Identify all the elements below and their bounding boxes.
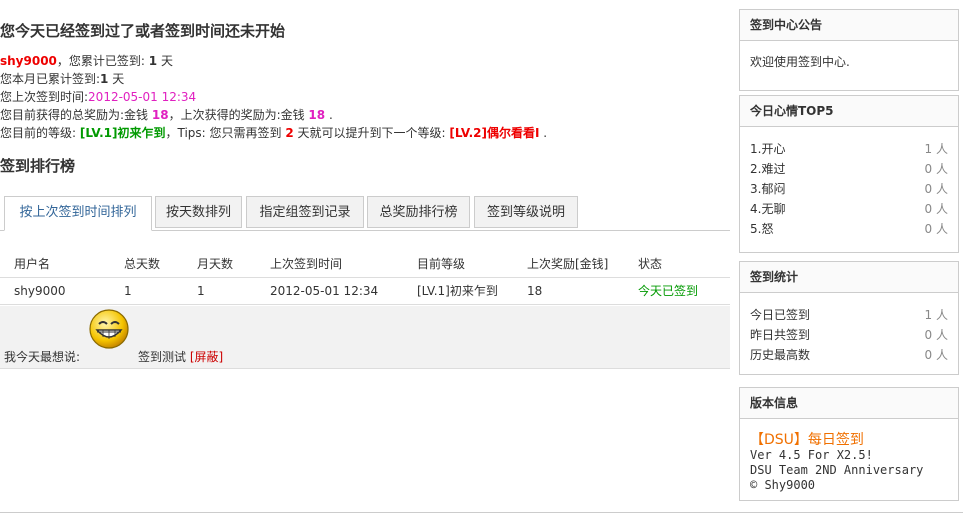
list-item: 5.怒 0 人 (750, 222, 948, 236)
version-title: 版本信息 (740, 388, 958, 419)
notice-title: 签到中心公告 (740, 10, 958, 41)
row-username[interactable]: shy9000 (14, 278, 66, 304)
header-total-days: 总天数 (124, 257, 161, 271)
tab-total-reward[interactable]: 总奖励排行榜 (367, 196, 470, 228)
mood-label: 我今天最想说: (4, 350, 81, 364)
list-item: 3.郁闷 0 人 (750, 182, 948, 196)
mood-text: 签到测试 [屏蔽] (138, 350, 224, 364)
sign-stats-title: 签到统计 (740, 262, 958, 293)
row-level: [LV.1]初来乍到 (417, 284, 498, 298)
top5-title: 今日心情TOP5 (740, 96, 958, 127)
shield-link[interactable]: [屏蔽] (190, 350, 223, 364)
footer-divider (0, 512, 963, 513)
page-title: 您今天已经签到过了或者签到时间还未开始 (0, 22, 286, 40)
tab-last-sign-time[interactable]: 按上次签到时间排列 (4, 196, 152, 231)
mood-top5-box: 今日心情TOP5 1.开心 1 人 2.难过 0 人 3.郁闷 0 人 4.无聊 0 人… (739, 95, 959, 253)
row-total-days: 1 (124, 284, 132, 298)
rank-tabs: 按上次签到时间排列 按天数排列 指定组签到记录 总奖励排行榜 签到等级说明 (0, 196, 730, 231)
header-last-time: 上次签到时间 (270, 257, 343, 271)
version-line: Ver 4.5 For X2.5! (750, 448, 873, 462)
product-name: 【DSU】每日签到 (750, 432, 864, 448)
table-header: 用户名 总天数 月天数 上次签到时间 目前等级 上次奖励[金钱] 状态 (0, 251, 730, 278)
total-days-line: shy9000，您累计已签到: 1 天 (0, 54, 173, 68)
level-line: 您目前的等级: [LV.1]初来乍到，Tips: 您只需再签到 2 天就可以提升… (0, 126, 548, 140)
last-sign-line: 您上次签到时间:2012-05-01 12:34 (0, 90, 197, 104)
version-body: 【DSU】每日签到 Ver 4.5 For X2.5! DSU Team 2ND… (740, 419, 958, 499)
sign-stats-list: 今日已签到 1 人 昨日共签到 0 人 历史最高数 0 人 (740, 293, 958, 371)
table-row: shy9000 1 1 2012-05-01 12:34 [LV.1]初来乍到 … (0, 278, 730, 305)
rank-table: 用户名 总天数 月天数 上次签到时间 目前等级 上次奖励[金钱] 状态 shy9… (0, 251, 730, 305)
tab-group-records[interactable]: 指定组签到记录 (246, 196, 364, 228)
mood-row: 我今天最想说: 签到测试 [屏蔽] (0, 306, 730, 369)
notice-box: 签到中心公告 欢迎使用签到中心. (739, 9, 959, 91)
reward-line: 您目前获得的总奖励为:金钱 18，上次获得的奖励为:金钱 18 . (0, 108, 333, 122)
header-level: 目前等级 (417, 257, 466, 271)
list-item: 今日已签到 1 人 (750, 308, 948, 322)
header-username: 用户名 (14, 257, 51, 271)
list-item: 1.开心 1 人 (750, 142, 948, 156)
copyright-line: © Shy9000 (750, 478, 816, 492)
row-last-time: 2012-05-01 12:34 (270, 284, 379, 298)
header-status: 状态 (638, 257, 663, 271)
month-days-line: 您本月已累计签到:1 天 (0, 72, 125, 86)
grinning-face-icon (89, 309, 129, 349)
tab-days[interactable]: 按天数排列 (155, 196, 242, 228)
header-reward: 上次奖励[金钱] (527, 257, 609, 271)
top5-list: 1.开心 1 人 2.难过 0 人 3.郁闷 0 人 4.无聊 0 人 5.怒 0 人 (740, 127, 958, 245)
tab-level-info[interactable]: 签到等级说明 (474, 196, 578, 228)
list-item: 昨日共签到 0 人 (750, 328, 948, 342)
row-reward: 18 (527, 284, 543, 298)
sign-stats-box: 签到统计 今日已签到 1 人 昨日共签到 0 人 历史最高数 0 人 (739, 261, 959, 375)
list-item: 4.无聊 0 人 (750, 202, 948, 216)
username-link[interactable]: shy9000 (0, 54, 57, 68)
version-box: 版本信息 【DSU】每日签到 Ver 4.5 For X2.5! DSU Tea… (739, 387, 959, 501)
rank-title: 签到排行榜 (0, 157, 76, 175)
list-item: 2.难过 0 人 (750, 162, 948, 176)
row-status: 今天已签到 (638, 284, 699, 298)
list-item: 历史最高数 0 人 (750, 348, 948, 362)
notice-body: 欢迎使用签到中心. (750, 55, 850, 69)
row-month-days: 1 (197, 284, 205, 298)
team-line: DSU Team 2ND Anniversary (750, 463, 924, 477)
header-month-days: 月天数 (197, 257, 234, 271)
